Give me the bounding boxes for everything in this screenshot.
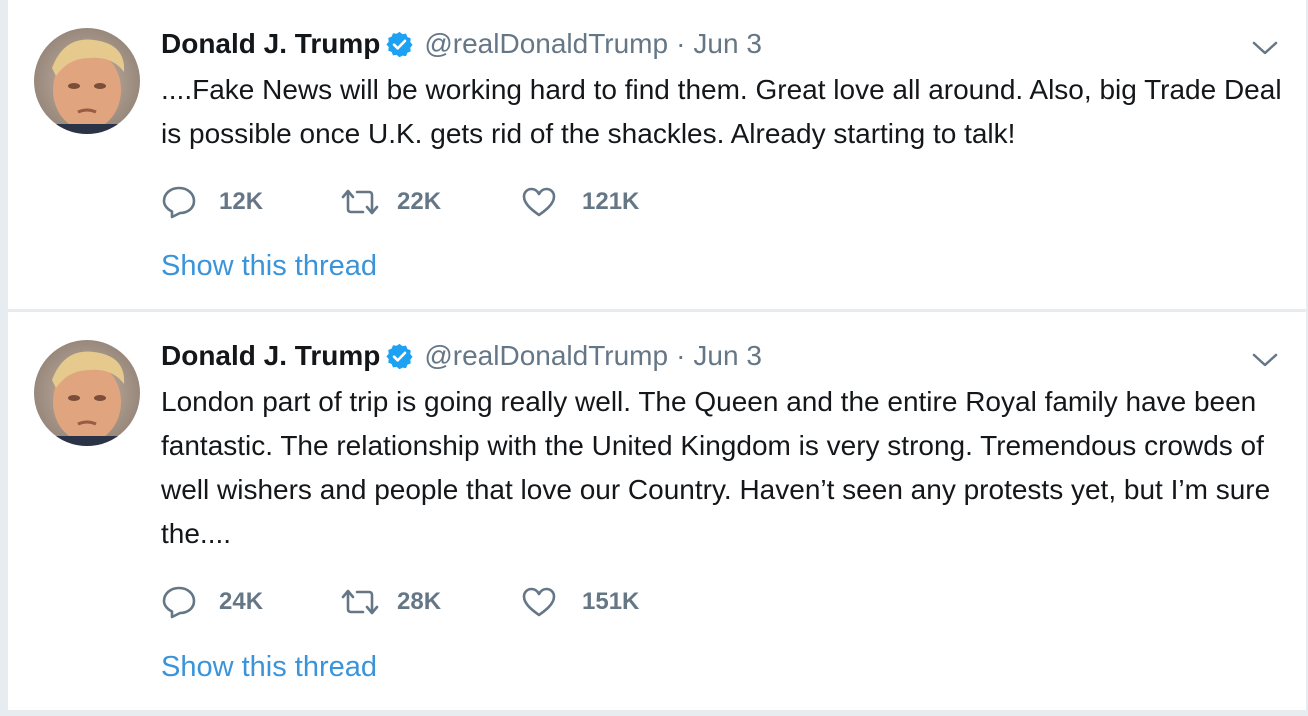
reply-count: 24K <box>219 588 264 615</box>
author-handle[interactable]: @realDonaldTrump <box>424 340 668 372</box>
heart-icon <box>521 586 557 618</box>
heart-icon <box>521 186 557 218</box>
tweet-card[interactable]: Donald J. Trump @realDonaldTrump · Jun 3… <box>8 0 1306 309</box>
retweet-button[interactable]: 28K <box>339 582 441 622</box>
reply-icon <box>161 585 197 619</box>
separator-dot: · <box>676 340 686 371</box>
like-count: 121K <box>582 188 640 215</box>
verified-badge-icon <box>385 342 414 371</box>
tweet-card[interactable]: Donald J. Trump @realDonaldTrump · Jun 3… <box>8 312 1306 710</box>
tweet-date[interactable]: Jun 3 <box>693 340 762 372</box>
chevron-down-icon[interactable] <box>1252 352 1278 368</box>
reply-count: 12K <box>219 188 264 215</box>
verified-badge-icon <box>385 30 414 59</box>
retweet-icon <box>339 187 381 217</box>
tweet-text: ....Fake News will be working hard to fi… <box>161 74 1282 149</box>
author-handle[interactable]: @realDonaldTrump <box>424 28 668 60</box>
chevron-down-icon[interactable] <box>1252 40 1278 56</box>
retweet-count: 22K <box>397 188 442 215</box>
tweet-header: Donald J. Trump @realDonaldTrump · Jun 3 <box>161 22 762 66</box>
show-thread-link[interactable]: Show this thread <box>161 250 377 283</box>
author-name[interactable]: Donald J. Trump <box>161 340 380 372</box>
reply-icon <box>161 185 197 219</box>
tweet-feed: Donald J. Trump @realDonaldTrump · Jun 3… <box>0 0 1308 716</box>
avatar[interactable] <box>34 28 140 134</box>
retweet-button[interactable]: 22K <box>339 182 441 222</box>
like-button[interactable]: 121K <box>521 182 639 222</box>
show-thread-link[interactable]: Show this thread <box>161 651 377 684</box>
retweet-icon <box>339 587 381 617</box>
like-count: 151K <box>582 588 640 615</box>
author-name[interactable]: Donald J. Trump <box>161 28 380 60</box>
tweet-text: London part of trip is going really well… <box>161 386 1271 549</box>
reply-button[interactable]: 24K <box>161 582 263 622</box>
like-button[interactable]: 151K <box>521 582 639 622</box>
tweet-date[interactable]: Jun 3 <box>693 28 762 60</box>
reply-button[interactable]: 12K <box>161 182 263 222</box>
retweet-count: 28K <box>397 588 442 615</box>
avatar[interactable] <box>34 340 140 446</box>
separator-dot: · <box>676 28 686 59</box>
tweet-header: Donald J. Trump @realDonaldTrump · Jun 3 <box>161 334 762 378</box>
